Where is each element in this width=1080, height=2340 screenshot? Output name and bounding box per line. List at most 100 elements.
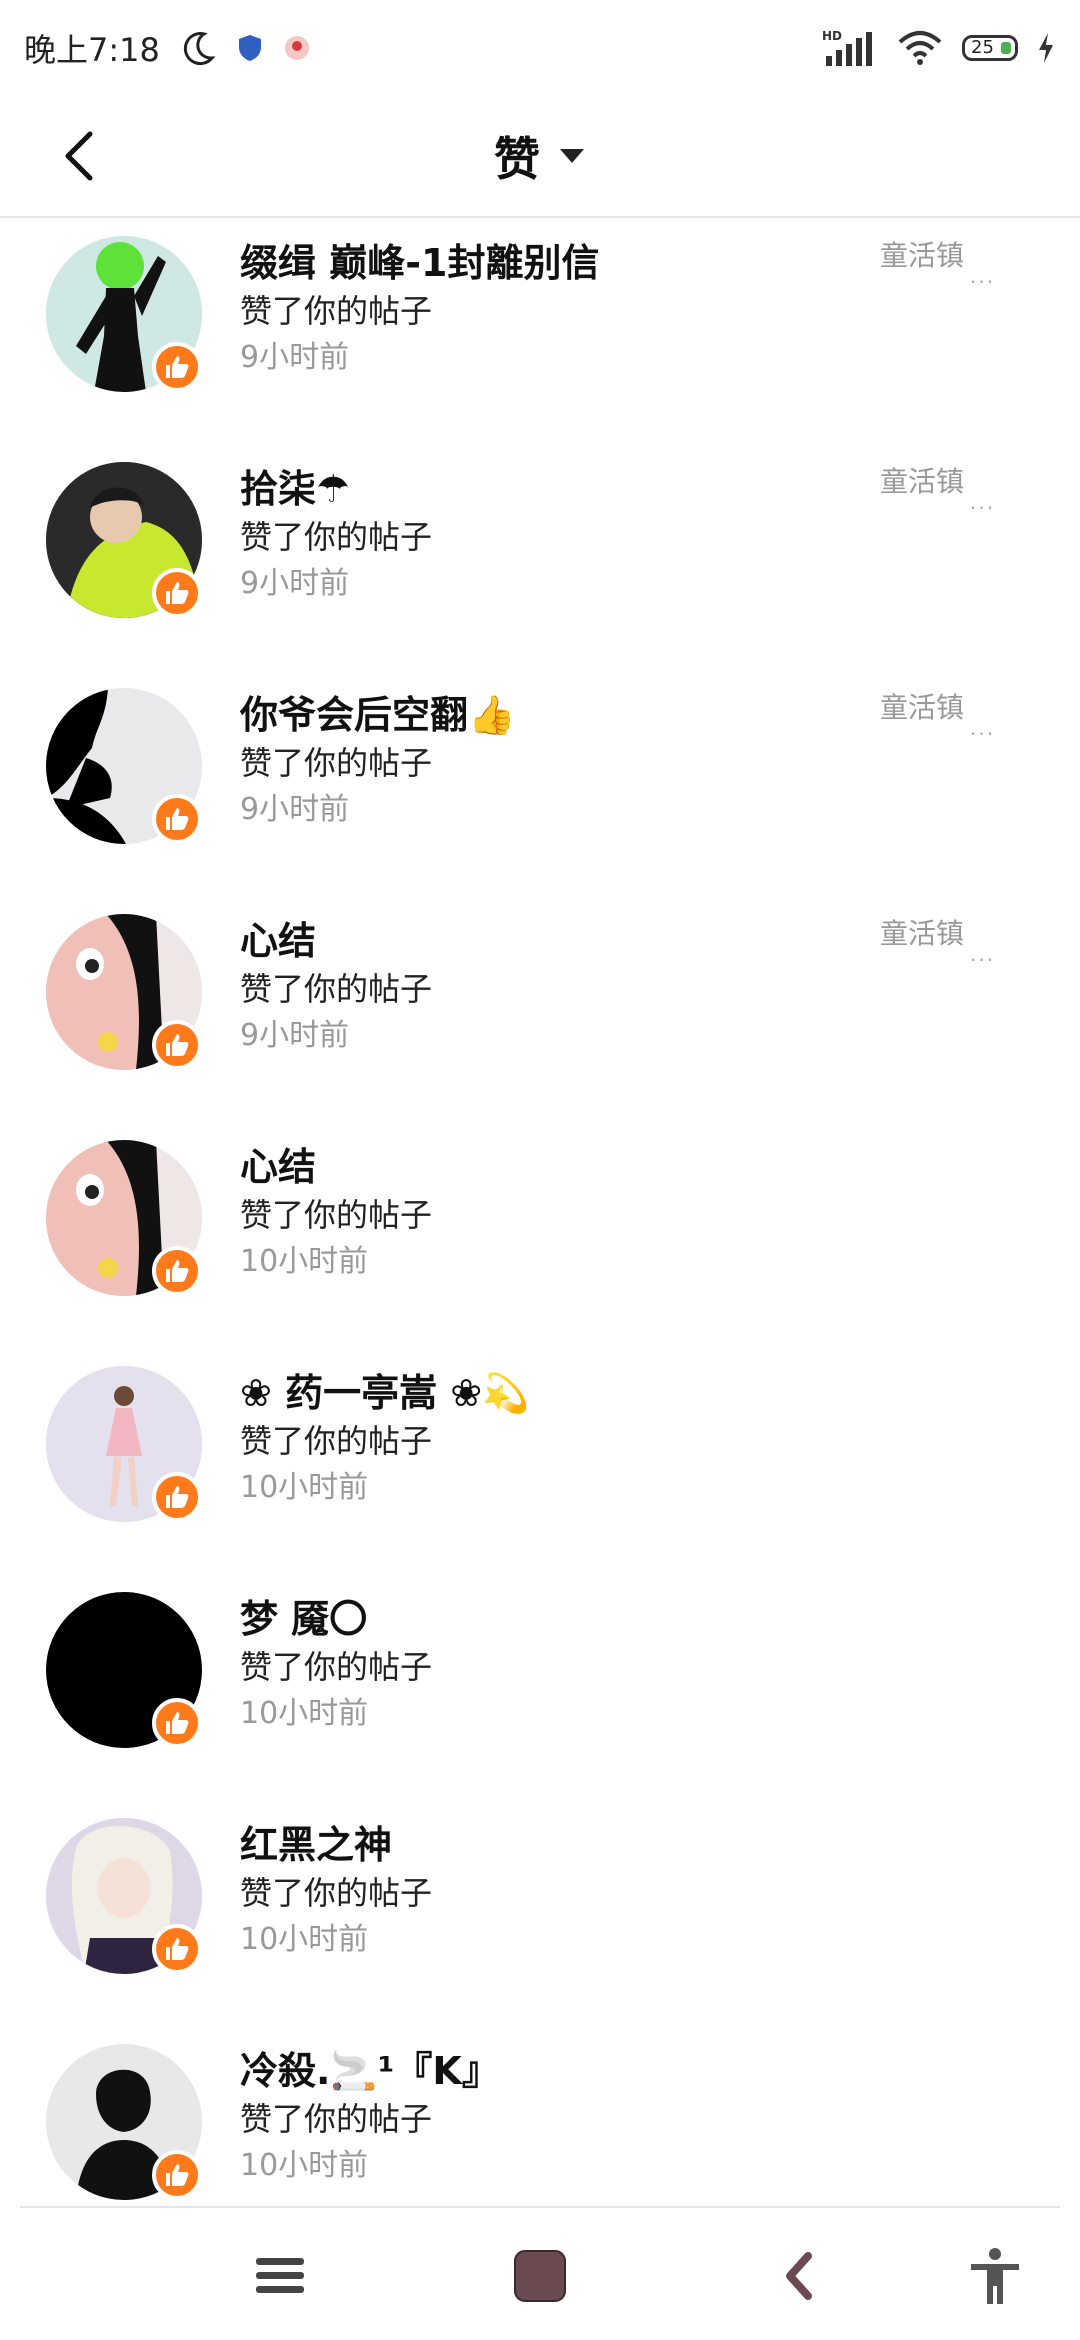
accessibility-button[interactable] xyxy=(955,2236,1035,2316)
thumbs-up-icon xyxy=(166,1486,189,1508)
nav-home-button[interactable] xyxy=(500,2236,580,2316)
avatar-wrap[interactable] xyxy=(46,2044,202,2200)
avatar-wrap[interactable] xyxy=(46,462,202,618)
charging-icon xyxy=(1036,31,1056,65)
thumbs-up-icon xyxy=(166,1938,189,1960)
action-text: 赞了你的帖子 xyxy=(240,2100,433,2138)
ellipsis: ... xyxy=(970,490,996,514)
username[interactable]: 冷殺.🚬¹『K』 xyxy=(240,2046,840,2096)
timestamp: 9小时前 xyxy=(240,792,350,827)
square-icon xyxy=(514,2250,566,2302)
item-text: 心结 赞了你的帖子 10小时前 xyxy=(240,1142,840,1286)
item-text: 红黑之神 赞了你的帖子 10小时前 xyxy=(240,1820,840,1964)
list-item[interactable]: 心结 赞了你的帖子 9小时前 童活镇 ... xyxy=(0,886,1080,1112)
chevron-left-icon xyxy=(65,131,93,181)
status-time: 晚上7:18 xyxy=(24,31,160,69)
hamburger-icon xyxy=(256,2258,304,2293)
like-badge xyxy=(152,1020,202,1070)
system-nav-bar xyxy=(0,2210,1080,2340)
username[interactable]: 红黑之神 xyxy=(240,1820,840,1870)
nav-divider xyxy=(20,2206,1060,2208)
action-text: 赞了你的帖子 xyxy=(240,970,433,1008)
nav-menu-button[interactable] xyxy=(240,2236,320,2316)
item-text: 冷殺.🚬¹『K』 赞了你的帖子 10小时前 xyxy=(240,2046,840,2190)
item-text: 缀缉 巅峰-1封離别信 赞了你的帖子 9小时前 xyxy=(240,238,840,382)
username[interactable]: 拾柒☂ xyxy=(240,464,840,514)
thumbs-up-icon xyxy=(166,1034,189,1056)
like-badge xyxy=(152,794,202,844)
item-text: 你爷会后空翻👍 赞了你的帖子 9小时前 xyxy=(240,690,840,834)
ellipsis: ... xyxy=(970,942,996,966)
location-icon xyxy=(282,33,312,63)
status-bar: 晚上7:18 HD 25 xyxy=(0,0,1080,96)
title-dropdown[interactable]: 赞 xyxy=(494,123,586,189)
timestamp: 10小时前 xyxy=(240,1470,369,1505)
action-text: 赞了你的帖子 xyxy=(240,1422,433,1460)
battery-level: 25 xyxy=(971,37,994,58)
like-badge xyxy=(152,1924,202,1974)
like-badge xyxy=(152,2150,202,2200)
list-item[interactable]: 红黑之神 赞了你的帖子 10小时前 xyxy=(0,1790,1080,2016)
timestamp: 9小时前 xyxy=(240,340,350,375)
thumbs-up-icon xyxy=(166,582,189,604)
action-text: 赞了你的帖子 xyxy=(240,518,433,556)
avatar-wrap[interactable] xyxy=(46,1140,202,1296)
username[interactable]: 缀缉 巅峰-1封離别信 xyxy=(240,238,840,288)
timestamp: 10小时前 xyxy=(240,1922,369,1957)
shield-icon xyxy=(236,33,264,63)
list-item[interactable]: 梦 魇〇 赞了你的帖子 10小时前 xyxy=(0,1564,1080,1790)
back-button[interactable] xyxy=(40,116,120,196)
like-badge xyxy=(152,1472,202,1522)
item-text: ❀ 药一亭嵩 ❀💫 赞了你的帖子 10小时前 xyxy=(240,1368,840,1512)
username[interactable]: 梦 魇〇 xyxy=(240,1594,840,1644)
status-left: 晚上7:18 xyxy=(24,25,312,71)
battery-icon: 25 xyxy=(962,35,1018,61)
like-badge xyxy=(152,1246,202,1296)
chevron-left-icon xyxy=(786,2252,812,2300)
avatar-wrap[interactable] xyxy=(46,688,202,844)
list-item[interactable]: ❀ 药一亭嵩 ❀💫 赞了你的帖子 10小时前 xyxy=(0,1338,1080,1564)
thumbs-up-icon xyxy=(166,808,189,830)
ellipsis: ... xyxy=(970,716,996,740)
accessibility-icon xyxy=(971,2248,1019,2304)
like-badge xyxy=(152,568,202,618)
avatar-wrap[interactable] xyxy=(46,236,202,392)
ellipsis: ... xyxy=(970,264,996,288)
avatar-wrap[interactable] xyxy=(46,914,202,1070)
wifi-icon xyxy=(896,28,944,68)
item-text: 拾柒☂ 赞了你的帖子 9小时前 xyxy=(240,464,840,608)
header: 赞 xyxy=(0,96,1080,218)
triangle-down-icon xyxy=(560,149,584,163)
username[interactable]: 你爷会后空翻👍 xyxy=(240,690,840,740)
nav-back-button[interactable] xyxy=(760,2236,840,2316)
action-text: 赞了你的帖子 xyxy=(240,1196,433,1234)
moon-icon xyxy=(178,28,218,68)
avatar-wrap[interactable] xyxy=(46,1818,202,1974)
avatar-wrap[interactable] xyxy=(46,1366,202,1522)
action-text: 赞了你的帖子 xyxy=(240,744,433,782)
like-badge xyxy=(152,342,202,392)
thumbs-up-icon xyxy=(166,2164,189,2186)
thumbs-up-icon xyxy=(166,1260,189,1282)
username[interactable]: 心结 xyxy=(240,1142,840,1192)
page-title: 赞 xyxy=(494,132,540,186)
item-text: 心结 赞了你的帖子 9小时前 xyxy=(240,916,840,1060)
timestamp: 10小时前 xyxy=(240,2148,369,2183)
item-text: 梦 魇〇 赞了你的帖子 10小时前 xyxy=(240,1594,840,1738)
list-item[interactable]: 你爷会后空翻👍 赞了你的帖子 9小时前 童活镇 ... xyxy=(0,660,1080,886)
svg-text:HD: HD xyxy=(822,29,842,43)
timestamp: 10小时前 xyxy=(240,1696,369,1731)
timestamp: 10小时前 xyxy=(240,1244,369,1279)
status-right: HD 25 xyxy=(822,28,1056,68)
thumbs-up-icon xyxy=(166,1712,189,1734)
signal-icon: HD xyxy=(822,28,878,68)
list-item[interactable]: 心结 赞了你的帖子 10小时前 xyxy=(0,1112,1080,1338)
list-item[interactable]: 冷殺.🚬¹『K』 赞了你的帖子 10小时前 xyxy=(0,2016,1080,2208)
list-item[interactable]: 缀缉 巅峰-1封離别信 赞了你的帖子 9小时前 童活镇 ... xyxy=(0,218,1080,434)
avatar-wrap[interactable] xyxy=(46,1592,202,1748)
action-text: 赞了你的帖子 xyxy=(240,292,433,330)
likes-list: 缀缉 巅峰-1封離别信 赞了你的帖子 9小时前 童活镇 ... 拾柒☂ 赞了你的… xyxy=(0,218,1080,2208)
username[interactable]: ❀ 药一亭嵩 ❀💫 xyxy=(240,1368,840,1418)
list-item[interactable]: 拾柒☂ 赞了你的帖子 9小时前 童活镇 ... xyxy=(0,434,1080,660)
username[interactable]: 心结 xyxy=(240,916,840,966)
